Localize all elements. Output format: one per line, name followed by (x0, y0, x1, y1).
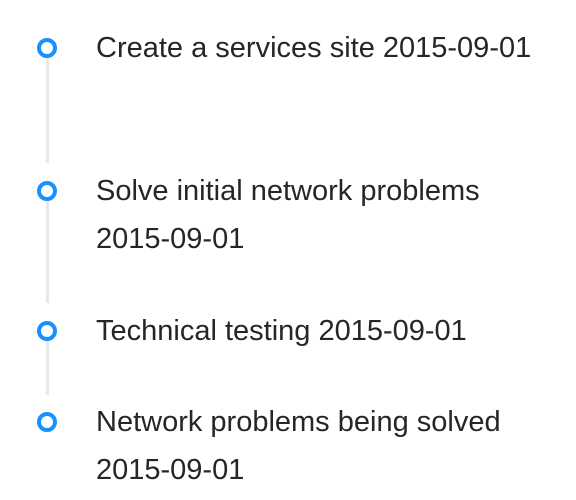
timeline-item: Network problems being solved 2015-09-01 (0, 374, 576, 500)
timeline-item-content: Solve initial network problems 2015-09-0… (96, 175, 480, 255)
timeline-dot-icon (37, 38, 57, 58)
timeline-dot-icon (37, 412, 57, 432)
timeline: Create a services site 2015-09-01 Solve … (0, 0, 576, 500)
timeline-dot-icon (37, 181, 57, 201)
timeline-item: Solve initial network problems 2015-09-0… (0, 143, 576, 303)
timeline-item-content: Network problems being solved 2015-09-01 (96, 406, 501, 486)
timeline-item-content: Technical testing 2015-09-01 (96, 315, 467, 347)
timeline-item-content: Create a services site 2015-09-01 (96, 32, 532, 64)
timeline-item: Create a services site 2015-09-01 (0, 0, 576, 163)
timeline-item: Technical testing 2015-09-01 (0, 283, 576, 395)
timeline-dot-icon (37, 321, 57, 341)
